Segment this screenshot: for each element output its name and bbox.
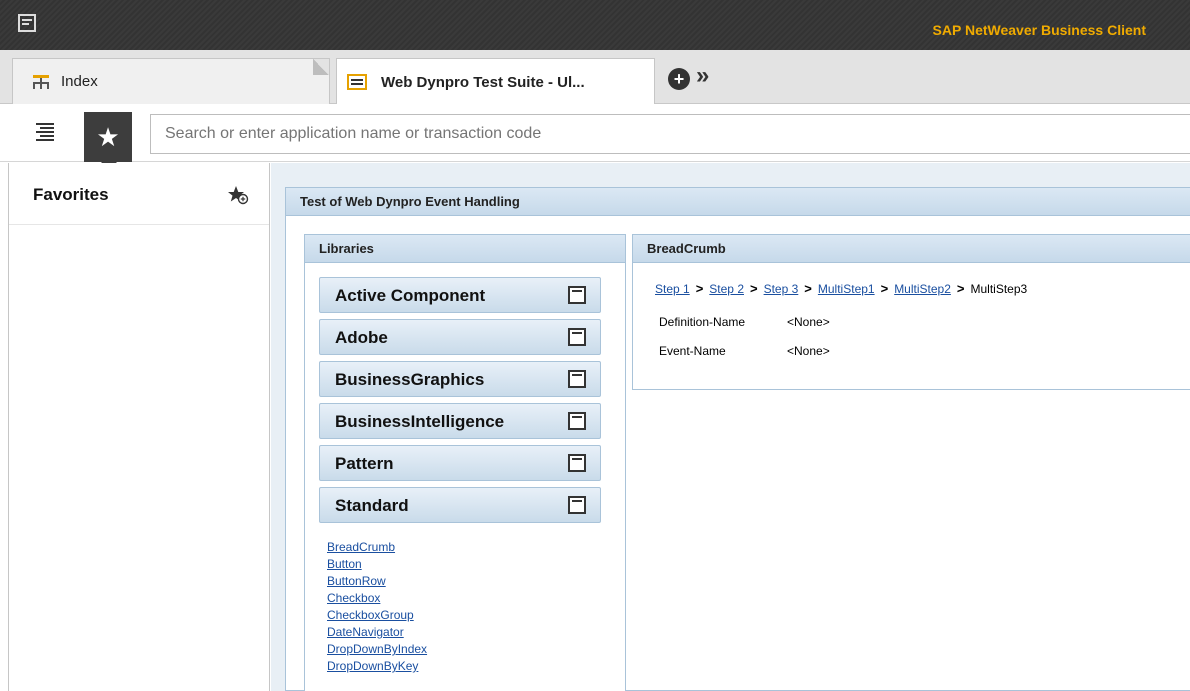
library-standard[interactable]: Standard [319, 487, 601, 523]
library-label: BusinessGraphics [335, 370, 485, 389]
library-businessgraphics[interactable]: BusinessGraphics [319, 361, 601, 397]
library-label: Pattern [335, 454, 394, 473]
double-chevron-right-icon[interactable]: » [696, 62, 710, 90]
link-breadcrumb[interactable]: BreadCrumb [327, 539, 427, 556]
event-value: <None> [787, 344, 830, 358]
breadcrumb: Step 1 > Step 2 > Step 3 > MultiStep1 > … [655, 281, 1027, 296]
link-dropdownbykey[interactable]: DropDownByKey [327, 658, 427, 675]
library-businessintelligence[interactable]: BusinessIntelligence [319, 403, 601, 439]
sitemap-icon [33, 74, 49, 89]
event-label: Event-Name [659, 344, 726, 358]
crumb-step-1[interactable]: Step 1 [655, 282, 690, 296]
link-button[interactable]: Button [327, 556, 427, 573]
libraries-title: Libraries [305, 235, 625, 263]
plus-circle-icon[interactable]: + [668, 68, 690, 90]
tab-web-dynpro-label: Web Dynpro Test Suite - Ul... [381, 73, 585, 91]
search-input[interactable] [150, 114, 1190, 154]
crumb-separator: > [804, 281, 812, 296]
standard-links: BreadCrumb Button ButtonRow Checkbox Che… [327, 539, 427, 675]
crumb-separator: > [956, 281, 965, 296]
add-favorite-icon[interactable] [227, 185, 249, 205]
tab-index-label: Index [61, 73, 98, 90]
tab-strip: Index Web Dynpro Test Suite - Ul... [0, 50, 1190, 105]
main-content: Test of Web Dynpro Event Handling Librar… [271, 163, 1190, 691]
expand-icon[interactable] [568, 412, 586, 430]
link-checkbox[interactable]: Checkbox [327, 590, 427, 607]
favorites-panel: Favorites [8, 163, 270, 691]
title-bar: SAP NetWeaver Business Client [0, 0, 1190, 50]
breadcrumb-panel: BreadCrumb Step 1 > Step 2 > Step 3 > Mu… [632, 234, 1190, 390]
library-label: Active Component [335, 286, 486, 305]
definition-value: <None> [787, 315, 830, 329]
library-adobe[interactable]: Adobe [319, 319, 601, 355]
libraries-panel: Libraries Active Component Adobe Busines… [304, 234, 626, 691]
navigation-list-icon[interactable] [32, 121, 58, 145]
tab-web-dynpro-test-suite[interactable]: Web Dynpro Test Suite - Ul... [336, 58, 655, 105]
library-pattern[interactable]: Pattern [319, 445, 601, 481]
library-label: Standard [335, 496, 409, 515]
crumb-current: MultiStep3 [970, 281, 1028, 296]
event-row: Event-Name <None> [659, 344, 830, 358]
crumb-separator: > [750, 281, 758, 296]
definition-row: Definition-Name <None> [659, 315, 830, 329]
definition-label: Definition-Name [659, 315, 746, 329]
link-datenavigator[interactable]: DateNavigator [327, 624, 427, 641]
breadcrumb-title: BreadCrumb [633, 235, 1190, 263]
expand-icon[interactable] [568, 286, 586, 304]
crumb-multistep2[interactable]: MultiStep2 [894, 282, 951, 296]
crumb-separator: > [880, 281, 889, 296]
crumb-step-2[interactable]: Step 2 [709, 282, 744, 296]
library-label: BusinessIntelligence [335, 412, 505, 431]
expand-icon[interactable] [568, 454, 586, 472]
link-dropdownbyindex[interactable]: DropDownByIndex [327, 641, 427, 658]
tab-fold [313, 59, 329, 75]
menu-icon[interactable] [18, 14, 36, 32]
expand-icon[interactable] [568, 328, 586, 346]
crumb-step-3[interactable]: Step 3 [764, 282, 799, 296]
app-title: SAP NetWeaver Business Client [932, 22, 1146, 38]
list-icon [347, 74, 367, 90]
library-label: Adobe [335, 328, 388, 347]
favorites-title: Favorites [33, 185, 109, 204]
crumb-multistep1[interactable]: MultiStep1 [818, 282, 875, 296]
expand-icon[interactable] [568, 370, 586, 388]
link-checkboxgroup[interactable]: CheckboxGroup [327, 607, 427, 624]
favorites-button[interactable]: ★ [84, 112, 132, 170]
link-buttonrow[interactable]: ButtonRow [327, 573, 427, 590]
library-active-component[interactable]: Active Component [319, 277, 601, 313]
event-handling-panel: Test of Web Dynpro Event Handling Librar… [285, 187, 1190, 691]
page-title: Test of Web Dynpro Event Handling [286, 188, 1190, 216]
collapse-icon[interactable] [568, 496, 586, 514]
crumb-separator: > [695, 281, 704, 296]
star-icon: ★ [96, 121, 120, 152]
favorites-header: Favorites [9, 163, 269, 225]
tab-index[interactable]: Index [12, 58, 330, 104]
